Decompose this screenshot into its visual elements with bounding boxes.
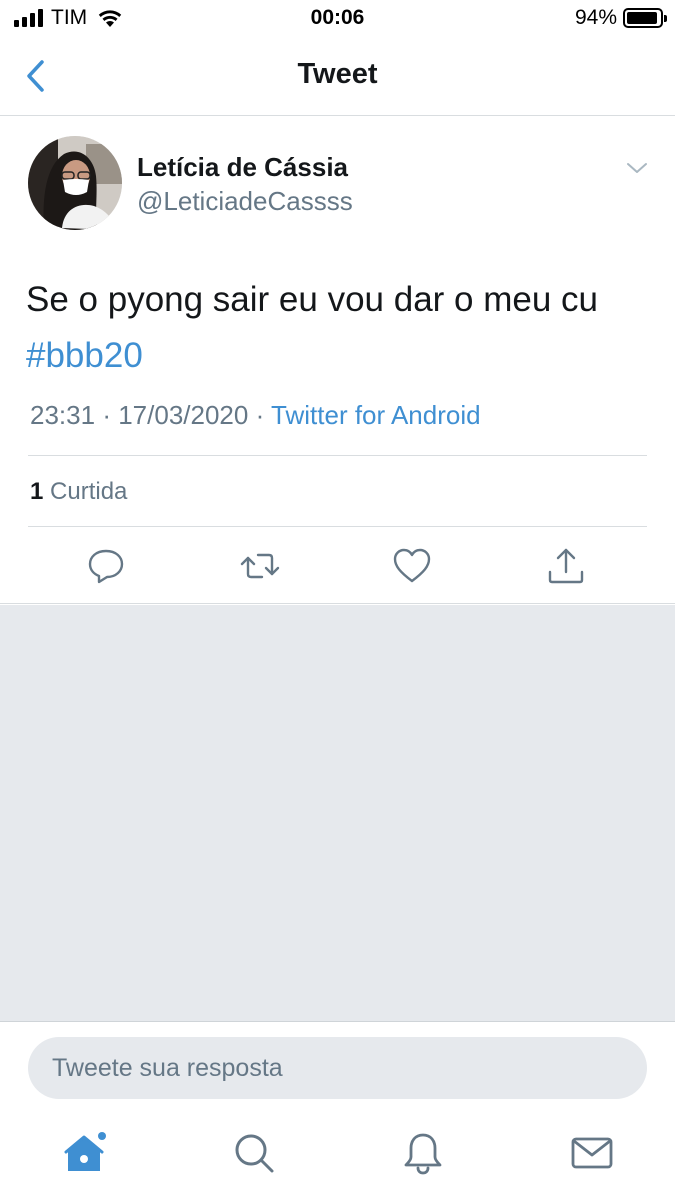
bell-icon[interactable] — [401, 1131, 445, 1175]
meta-separator: · — [102, 400, 111, 430]
chevron-down-icon[interactable] — [625, 156, 649, 180]
meta-separator: · — [255, 400, 265, 430]
hashtag-link[interactable]: #bbb20 — [26, 336, 143, 375]
tweet-date: 17/03/2020 — [118, 400, 249, 430]
search-icon[interactable] — [232, 1131, 276, 1175]
reply-bar — [0, 1021, 675, 1115]
tweet-meta: 23:31 · 17/03/2020 · Twitter for Android — [30, 400, 481, 431]
heart-icon[interactable] — [392, 546, 432, 586]
author-handle[interactable]: @LeticiadeCassss — [137, 186, 353, 217]
empty-replies-area — [0, 605, 675, 1021]
tweet: Letícia de Cássia @LeticiadeCassss Se o … — [0, 116, 675, 604]
likes-label: Curtida — [50, 478, 128, 505]
tweet-source-link[interactable]: Twitter for Android — [271, 400, 481, 430]
avatar[interactable] — [28, 136, 122, 230]
reply-icon[interactable] — [86, 546, 126, 586]
retweet-icon[interactable] — [240, 546, 280, 586]
status-right: 94% — [574, 6, 667, 30]
battery-icon — [623, 8, 667, 28]
reply-input[interactable] — [28, 1037, 647, 1099]
tweet-text: Se o pyong sair eu vou dar o meu cu #bbb… — [26, 272, 646, 384]
status-bar: TIM 00:06 94% — [0, 0, 675, 38]
tab-bar — [0, 1115, 675, 1200]
likes-count[interactable]: 1 Curtida — [30, 478, 127, 506]
tweet-body: Se o pyong sair eu vou dar o meu cu — [26, 280, 599, 319]
tweet-time: 23:31 — [30, 400, 96, 430]
likes-number: 1 — [30, 478, 44, 505]
page-title: Tweet — [297, 58, 378, 90]
tweet-actions — [0, 546, 675, 586]
nav-bar: Tweet — [0, 38, 675, 116]
mail-icon[interactable] — [570, 1131, 614, 1175]
divider — [28, 455, 647, 456]
divider — [28, 526, 647, 527]
status-time: 00:06 — [310, 6, 365, 29]
home-icon[interactable] — [64, 1131, 108, 1175]
share-icon[interactable] — [546, 546, 586, 586]
battery-percent: 94% — [574, 6, 617, 29]
author-name[interactable]: Letícia de Cássia — [137, 152, 348, 183]
